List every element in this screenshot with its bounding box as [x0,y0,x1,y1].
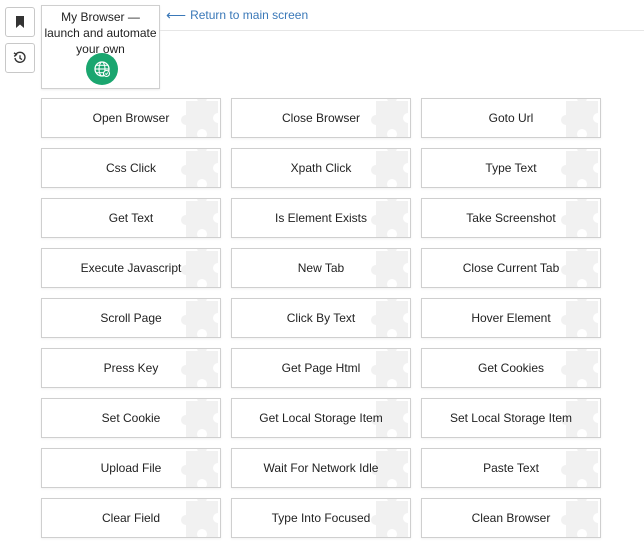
action-label: Get Cookies [477,361,545,375]
return-to-main-link[interactable]: ⟵ Return to main screen [166,8,308,22]
action-button-type-text[interactable]: Type Text [421,148,601,188]
action-label: Is Element Exists [274,211,368,225]
puzzle-watermark-icon [561,249,598,287]
action-button-get-text[interactable]: Get Text [41,198,221,238]
history-button[interactable] [5,43,35,73]
action-label: Click By Text [286,311,356,325]
action-button-new-tab[interactable]: New Tab [231,248,411,288]
action-label: Upload File [100,461,162,475]
action-button-set-local-storage-item[interactable]: Set Local Storage Item [421,398,601,438]
app-card[interactable]: My Browser — launch and automate your ow… [41,5,160,89]
action-button-close-browser[interactable]: Close Browser [231,98,411,138]
action-label: Close Browser [281,111,361,125]
action-label: Clean Browser [471,511,551,525]
action-label: Set Cookie [101,411,161,425]
action-button-open-browser[interactable]: Open Browser [41,98,221,138]
action-label: Close Current Tab [462,261,560,275]
action-button-click-by-text[interactable]: Click By Text [231,298,411,338]
action-button-get-page-html[interactable]: Get Page Html [231,348,411,388]
action-label: Get Text [108,211,154,225]
puzzle-watermark-icon [371,299,408,337]
action-button-clear-field[interactable]: Clear Field [41,498,221,538]
action-button-execute-javascript[interactable]: Execute Javascript [41,248,221,288]
action-label: New Tab [297,261,345,275]
action-label: Press Key [103,361,159,375]
action-label: Type Into Focused [271,511,371,525]
puzzle-watermark-icon [181,349,218,387]
bookmark-button[interactable] [5,7,35,37]
action-button-get-cookies[interactable]: Get Cookies [421,348,601,388]
puzzle-watermark-icon [561,199,598,237]
puzzle-watermark-icon [181,299,218,337]
puzzle-watermark-icon [561,499,598,537]
puzzle-watermark-icon [371,499,408,537]
puzzle-watermark-icon [181,399,218,437]
action-button-wait-for-network-idle[interactable]: Wait For Network Idle [231,448,411,488]
puzzle-watermark-icon [561,349,598,387]
action-label: Take Screenshot [466,211,556,225]
action-label: Css Click [106,161,156,175]
header-divider [160,30,644,31]
action-button-xpath-click[interactable]: Xpath Click [231,148,411,188]
arrow-left-icon: ⟵ [166,7,187,23]
puzzle-watermark-icon [371,199,408,237]
action-label: Hover Element [471,311,551,325]
puzzle-watermark-icon [371,349,408,387]
action-label: Type Text [485,161,537,175]
action-button-hover-element[interactable]: Hover Element [421,298,601,338]
action-button-scroll-page[interactable]: Scroll Page [41,298,221,338]
action-button-press-key[interactable]: Press Key [41,348,221,388]
puzzle-watermark-icon [181,199,218,237]
bookmark-icon [16,16,24,28]
action-button-clean-browser[interactable]: Clean Browser [421,498,601,538]
action-label: Xpath Click [290,161,352,175]
puzzle-watermark-icon [181,99,218,137]
puzzle-watermark-icon [371,99,408,137]
action-button-type-into-focused[interactable]: Type Into Focused [231,498,411,538]
action-label: Scroll Page [100,311,162,325]
action-label: Get Page Html [281,361,361,375]
action-label: Open Browser [92,111,170,125]
app-title: My Browser — launch and automate your ow… [44,10,157,56]
page: My Browser — launch and automate your ow… [0,0,644,555]
puzzle-watermark-icon [371,249,408,287]
puzzle-watermark-icon [181,499,218,537]
action-label: Get Local Storage Item [259,411,383,425]
action-button-take-screenshot[interactable]: Take Screenshot [421,198,601,238]
action-label: Execute Javascript [80,261,182,275]
action-grid: Open Browser Close Browser Goto Url Css Cli… [41,98,601,538]
action-label: Paste Text [483,461,539,475]
action-button-get-local-storage-item[interactable]: Get Local Storage Item [231,398,411,438]
action-button-upload-file[interactable]: Upload File [41,448,221,488]
action-button-paste-text[interactable]: Paste Text [421,448,601,488]
puzzle-watermark-icon [561,99,598,137]
action-button-css-click[interactable]: Css Click [41,148,221,188]
action-button-goto-url[interactable]: Goto Url [421,98,601,138]
puzzle-watermark-icon [561,449,598,487]
puzzle-watermark-icon [371,149,408,187]
puzzle-watermark-icon [181,449,218,487]
action-label: Clear Field [101,511,161,525]
action-label: Goto Url [488,111,534,125]
action-button-set-cookie[interactable]: Set Cookie [41,398,221,438]
puzzle-watermark-icon [181,249,218,287]
return-link-label: Return to main screen [190,8,309,22]
action-button-close-current-tab[interactable]: Close Current Tab [421,248,601,288]
globe-icon [86,53,118,85]
history-icon [13,51,26,63]
puzzle-watermark-icon [181,149,218,187]
puzzle-watermark-icon [561,149,598,187]
action-label: Set Local Storage Item [449,411,573,425]
action-button-is-element-exists[interactable]: Is Element Exists [231,198,411,238]
puzzle-watermark-icon [561,299,598,337]
action-label: Wait For Network Idle [263,461,379,475]
